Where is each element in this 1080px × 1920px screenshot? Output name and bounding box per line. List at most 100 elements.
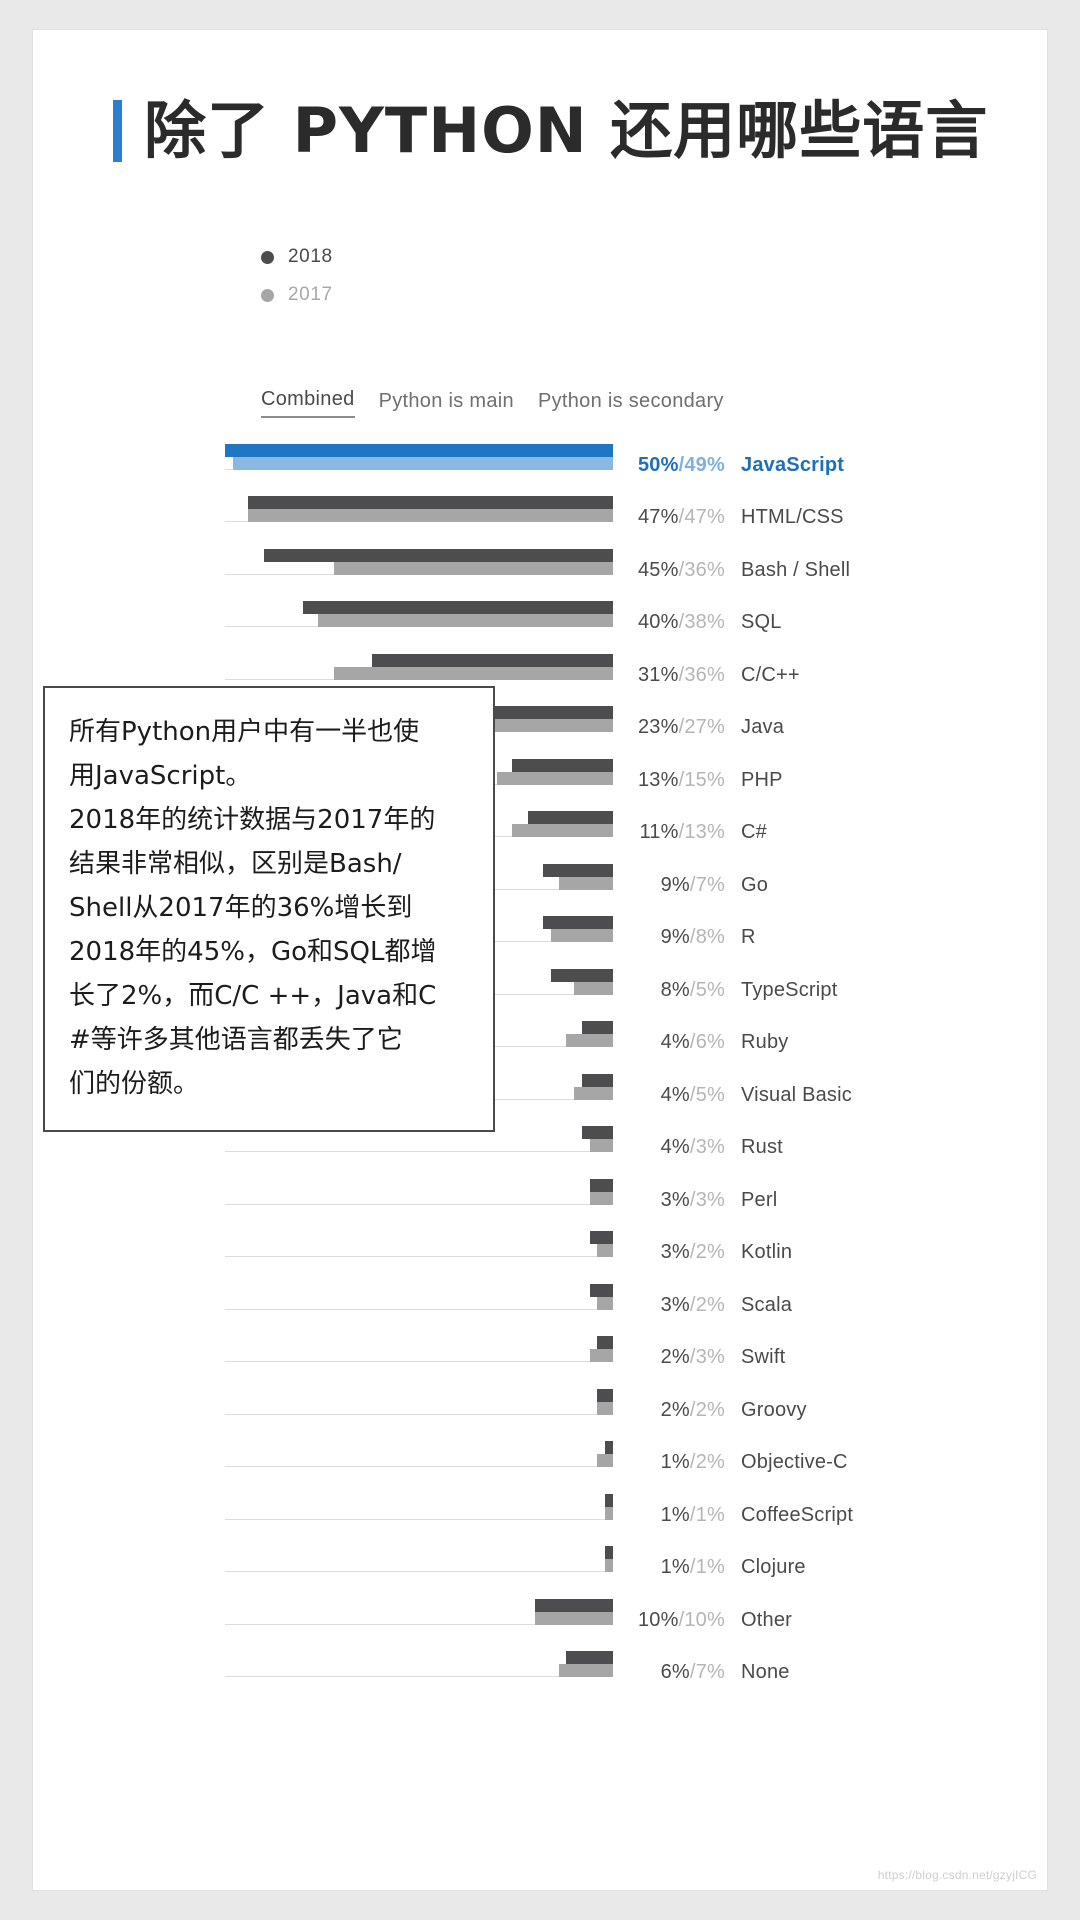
bar-2017 bbox=[605, 1506, 613, 1520]
table-row[interactable]: 3%/2% Kotlin bbox=[33, 1218, 1047, 1271]
row-percent: 8%/5% bbox=[660, 978, 725, 1001]
infographic-card: 除了 PYTHON 还用哪些语言 2018 2017 Combined Pyth… bbox=[33, 30, 1047, 1890]
row-percent: 3%/2% bbox=[660, 1241, 725, 1263]
bar-2018 bbox=[589, 1231, 613, 1244]
bar-2018 bbox=[581, 1021, 613, 1034]
bar-2018 bbox=[550, 968, 613, 982]
bar-2017 bbox=[558, 1664, 613, 1677]
table-row[interactable]: 40%/38% SQL bbox=[33, 588, 1047, 641]
table-row[interactable]: 1%/1% Clojure bbox=[33, 1533, 1047, 1586]
row-language-label: Ruby bbox=[741, 1031, 789, 1053]
tab-python-is-secondary[interactable]: Python is secondary bbox=[538, 390, 724, 418]
bar-2018 bbox=[535, 1598, 613, 1612]
row-language-label: R bbox=[741, 926, 756, 948]
bar-2018 bbox=[597, 1388, 613, 1402]
bar-2017 bbox=[566, 1034, 613, 1047]
bar-group bbox=[333, 653, 613, 680]
legend-label-2017: 2017 bbox=[288, 284, 333, 305]
row-language-label: Scala bbox=[741, 1293, 793, 1316]
bar-group bbox=[605, 1493, 613, 1520]
tab-combined[interactable]: Combined bbox=[261, 388, 355, 418]
bar-2017 bbox=[574, 1086, 613, 1100]
row-language-label: Perl bbox=[741, 1188, 778, 1211]
bar-group bbox=[543, 863, 613, 890]
bar-2018 bbox=[605, 1441, 613, 1454]
table-row[interactable]: 2%/2% Groovy bbox=[33, 1375, 1047, 1428]
row-language-label: Groovy bbox=[741, 1398, 807, 1421]
legend-item-2017[interactable]: 2017 bbox=[261, 276, 333, 314]
bar-group bbox=[248, 496, 613, 522]
row-percent: 31%/36% bbox=[637, 663, 725, 686]
bar-group bbox=[574, 1073, 613, 1100]
row-percent: 2%/2% bbox=[660, 1398, 725, 1421]
table-row[interactable]: 3%/2% Scala bbox=[33, 1270, 1047, 1323]
bar-2017 bbox=[232, 456, 613, 470]
row-percent: 9%/7% bbox=[660, 873, 725, 896]
title-accent-bar bbox=[113, 100, 122, 162]
bar-2017 bbox=[597, 1454, 613, 1467]
row-percent: 10%/10% bbox=[637, 1608, 725, 1631]
watermark-text: https://blog.csdn.net/gzyjICG bbox=[877, 1868, 1037, 1882]
row-language-label: TypeScript bbox=[741, 978, 838, 1001]
bar-group bbox=[605, 1546, 613, 1572]
row-language-label: Clojure bbox=[741, 1556, 806, 1578]
bar-2018 bbox=[581, 1073, 613, 1087]
table-row[interactable]: 31%/36% C/C++ bbox=[33, 640, 1047, 693]
table-row[interactable]: 2%/3% Swift bbox=[33, 1323, 1047, 1376]
bar-2017 bbox=[597, 1401, 613, 1415]
bar-group bbox=[597, 1388, 613, 1415]
bar-2017 bbox=[558, 876, 613, 890]
row-percent: 3%/3% bbox=[660, 1188, 725, 1211]
row-percent: 2%/3% bbox=[660, 1346, 725, 1368]
row-baseline bbox=[225, 1413, 613, 1415]
bar-2017 bbox=[574, 981, 613, 995]
table-row[interactable]: 45%/36% Bash / Shell bbox=[33, 535, 1047, 588]
bar-group bbox=[512, 811, 613, 837]
row-baseline bbox=[225, 1256, 613, 1257]
bar-2017 bbox=[248, 509, 613, 522]
row-language-label: Rust bbox=[741, 1136, 783, 1158]
bar-group bbox=[581, 1126, 613, 1152]
bar-group bbox=[566, 1021, 613, 1047]
table-row[interactable]: 1%/1% CoffeeScript bbox=[33, 1480, 1047, 1533]
bar-2017 bbox=[605, 1559, 613, 1572]
bar-group bbox=[543, 916, 613, 942]
row-baseline bbox=[225, 1676, 613, 1677]
bar-2018 bbox=[263, 548, 613, 562]
row-percent: 11%/13% bbox=[639, 821, 725, 843]
bar-group bbox=[558, 1651, 613, 1677]
bar-2017 bbox=[550, 929, 613, 942]
row-percent: 45%/36% bbox=[637, 558, 725, 581]
bar-group bbox=[597, 1441, 613, 1467]
bar-2018 bbox=[597, 1336, 613, 1349]
row-language-label: PHP bbox=[741, 768, 783, 791]
bar-group bbox=[496, 758, 613, 785]
row-baseline bbox=[225, 1466, 613, 1467]
bar-2018 bbox=[302, 601, 613, 614]
row-baseline bbox=[225, 1203, 613, 1205]
bar-2017 bbox=[535, 1611, 613, 1625]
row-language-label: HTML/CSS bbox=[741, 506, 844, 528]
bar-group bbox=[225, 443, 613, 470]
legend-item-2018[interactable]: 2018 bbox=[261, 238, 333, 276]
row-language-label: Bash / Shell bbox=[741, 558, 851, 581]
table-row[interactable]: 10%/10% Other bbox=[33, 1585, 1047, 1638]
table-row[interactable]: 3%/3% Perl bbox=[33, 1165, 1047, 1218]
bar-group bbox=[589, 1336, 613, 1362]
bar-2018 bbox=[248, 496, 613, 509]
bar-2018 bbox=[566, 1651, 613, 1664]
row-language-label: JavaScript bbox=[741, 453, 845, 476]
row-percent: 47%/47% bbox=[637, 506, 725, 528]
bar-2018 bbox=[589, 1283, 613, 1297]
table-row[interactable]: 1%/2% Objective-C bbox=[33, 1428, 1047, 1481]
tab-python-is-main[interactable]: Python is main bbox=[379, 390, 514, 418]
bar-2018 bbox=[512, 758, 613, 772]
table-row[interactable]: 47%/47% HTML/CSS bbox=[33, 483, 1047, 536]
table-row[interactable]: 6%/7% None bbox=[33, 1638, 1047, 1691]
row-percent: 4%/3% bbox=[660, 1136, 725, 1158]
row-language-label: Java bbox=[741, 716, 785, 738]
row-percent: 50%/49% bbox=[637, 453, 725, 476]
table-row[interactable]: 50%/49% JavaScript bbox=[33, 430, 1047, 483]
row-language-label: C/C++ bbox=[741, 663, 800, 686]
row-percent: 23%/27% bbox=[637, 716, 725, 738]
